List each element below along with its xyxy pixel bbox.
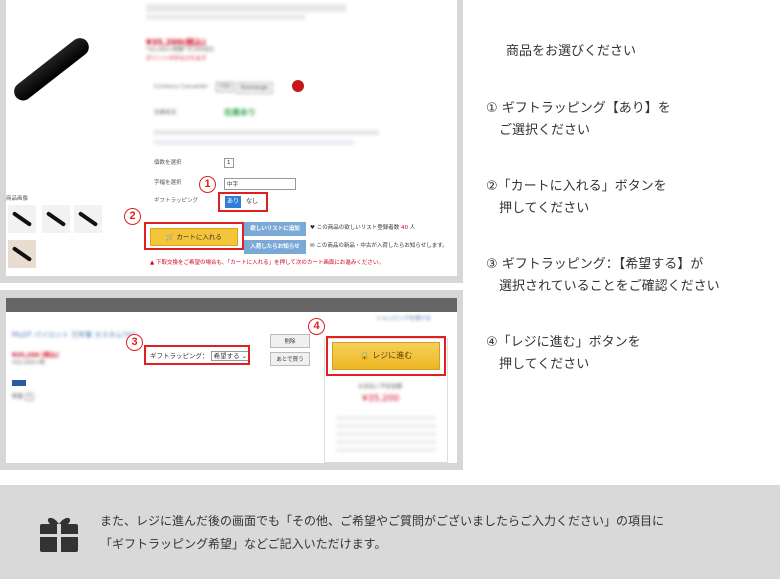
item-title[interactable]: PILOT パイロット 万年筆 カスタム743 bbox=[12, 330, 136, 340]
header-bar bbox=[146, 4, 346, 12]
callout-1 bbox=[218, 192, 268, 212]
item-price-note: ¥32,000+税 bbox=[12, 360, 45, 366]
wishlist-note-text: この商品の欲しいリスト登録者数 bbox=[316, 225, 400, 231]
shipping-info bbox=[154, 130, 379, 135]
wishlist-button[interactable]: 欲しいリストに追加 bbox=[244, 222, 306, 236]
step-4-badge: 4 bbox=[308, 318, 325, 335]
product-image bbox=[6, 28, 136, 188]
total-value: ¥35,200 bbox=[362, 394, 400, 404]
thumbnail[interactable] bbox=[8, 240, 36, 268]
exchange-button[interactable]: Exchange bbox=[236, 82, 273, 94]
cart-page: ショッピングを続ける PILOT パイロット 万年筆 カスタム743 ¥35,2… bbox=[6, 298, 457, 463]
qty-label: 個数を選択 bbox=[154, 160, 182, 166]
product-page: 商品画像 ¥35,200(税込) *32,000+税額 *3,200含む ポイン… bbox=[6, 0, 457, 276]
warning-note: ▲ 下取交換をご希望の場合も、「カートに入れる」を押して次のカート画面にお進みく… bbox=[150, 260, 384, 268]
brand-icon bbox=[292, 80, 304, 92]
cart-qty-label: 数量 bbox=[12, 394, 24, 400]
footer-note: また、レジに進んだ後の画面でも「その他、ご希望やご質問がございましたらご入力くだ… bbox=[0, 485, 780, 579]
instruction-heading: 商品をお選びください bbox=[506, 44, 637, 59]
warning-text: 下取交換をご希望の場合も、「カートに入れる」を押して次のカート画面にお進みくださ… bbox=[155, 260, 384, 266]
step-1-badge: 1 bbox=[199, 176, 216, 193]
product-page-screenshot: 商品画像 ¥35,200(税込) *32,000+税額 *3,200含む ポイン… bbox=[0, 0, 463, 283]
qty-label: 数量 1 bbox=[12, 393, 35, 402]
footer-text: また、レジに進んだ後の画面でも「その他、ご希望やご質問がございましたらご入力くだ… bbox=[100, 510, 664, 556]
cart-qty-select[interactable]: 1 bbox=[24, 393, 35, 401]
continue-shopping-link[interactable]: ショッピングを続ける bbox=[376, 316, 431, 324]
instruction-step-3: ③ ギフトラッピング：【希望する】が 選択されていることをご確認ください bbox=[486, 257, 720, 294]
thumbs-label: 商品画像 bbox=[6, 196, 29, 202]
callout-2 bbox=[144, 222, 244, 250]
nib-label: 字幅を選択 bbox=[154, 180, 182, 186]
currency-select[interactable]: USD bbox=[216, 82, 234, 92]
stock-value: 在庫あり bbox=[224, 108, 256, 117]
nib-select[interactable]: 中字 bbox=[224, 178, 296, 190]
thumbnail[interactable] bbox=[8, 205, 36, 233]
point-note: ポイントが付与されます bbox=[146, 56, 207, 62]
delete-button[interactable]: 削除 bbox=[270, 334, 310, 348]
gift-icon bbox=[40, 517, 78, 552]
step-2-badge: 2 bbox=[124, 208, 141, 225]
cart-header-bar bbox=[6, 298, 457, 312]
footer-line-1: また、レジに進んだ後の画面でも「その他、ご希望やご質問がございましたらご入力くだ… bbox=[100, 514, 665, 528]
instruction-step-2: ②「カートに入れる」ボタンを 押してください bbox=[486, 179, 667, 216]
shipping-link[interactable] bbox=[154, 140, 354, 145]
notify-note-text: この商品の新品・中古が入荷したらお知らせします。 bbox=[316, 243, 448, 249]
stock-label: 在庫状況 bbox=[154, 110, 177, 116]
status-badge bbox=[12, 380, 26, 386]
callout-3 bbox=[144, 345, 250, 365]
product-title bbox=[146, 14, 306, 20]
thumbnail[interactable] bbox=[42, 205, 70, 233]
footer-line-2: 「ギフトラッピング希望」などご記入いただけます。 bbox=[100, 537, 387, 551]
wrap-label: ギフトラッピング bbox=[154, 198, 199, 204]
step-3-badge: 3 bbox=[126, 334, 143, 351]
price-note: *32,000+税額 *3,200含む bbox=[146, 47, 215, 53]
thumbnail[interactable] bbox=[74, 205, 102, 233]
notify-note: ✉ この商品の新品・中古が入荷したらお知らせします。 bbox=[310, 243, 448, 251]
shipping-simulation bbox=[336, 416, 436, 452]
item-price: ¥35,200 (税込) bbox=[12, 352, 59, 359]
instruction-step-1: ① ギフトラッピング【あり】を ご選択ください bbox=[486, 101, 671, 138]
wishlist-unit: 人 bbox=[409, 225, 416, 231]
wishlist-count: 40 bbox=[400, 225, 408, 231]
callout-4 bbox=[326, 336, 446, 376]
cart-page-screenshot: ショッピングを続ける PILOT パイロット 万年筆 カスタム743 ¥35,2… bbox=[0, 290, 463, 470]
notify-button[interactable]: 入荷したらお知らせ bbox=[244, 240, 306, 254]
qty-select[interactable]: 1 bbox=[224, 158, 234, 168]
total-label: お支払い予定金額 bbox=[358, 384, 403, 390]
save-for-later-button[interactable]: あとで買う bbox=[270, 352, 310, 366]
heart-icon: ♥ bbox=[310, 225, 317, 231]
instruction-step-4: ④「レジに進む」ボタンを 押してください bbox=[486, 335, 641, 372]
currency-label: Currency Converter bbox=[154, 84, 208, 90]
wishlist-note: ♥ この商品の欲しいリスト登録者数 40 人 bbox=[310, 225, 415, 233]
